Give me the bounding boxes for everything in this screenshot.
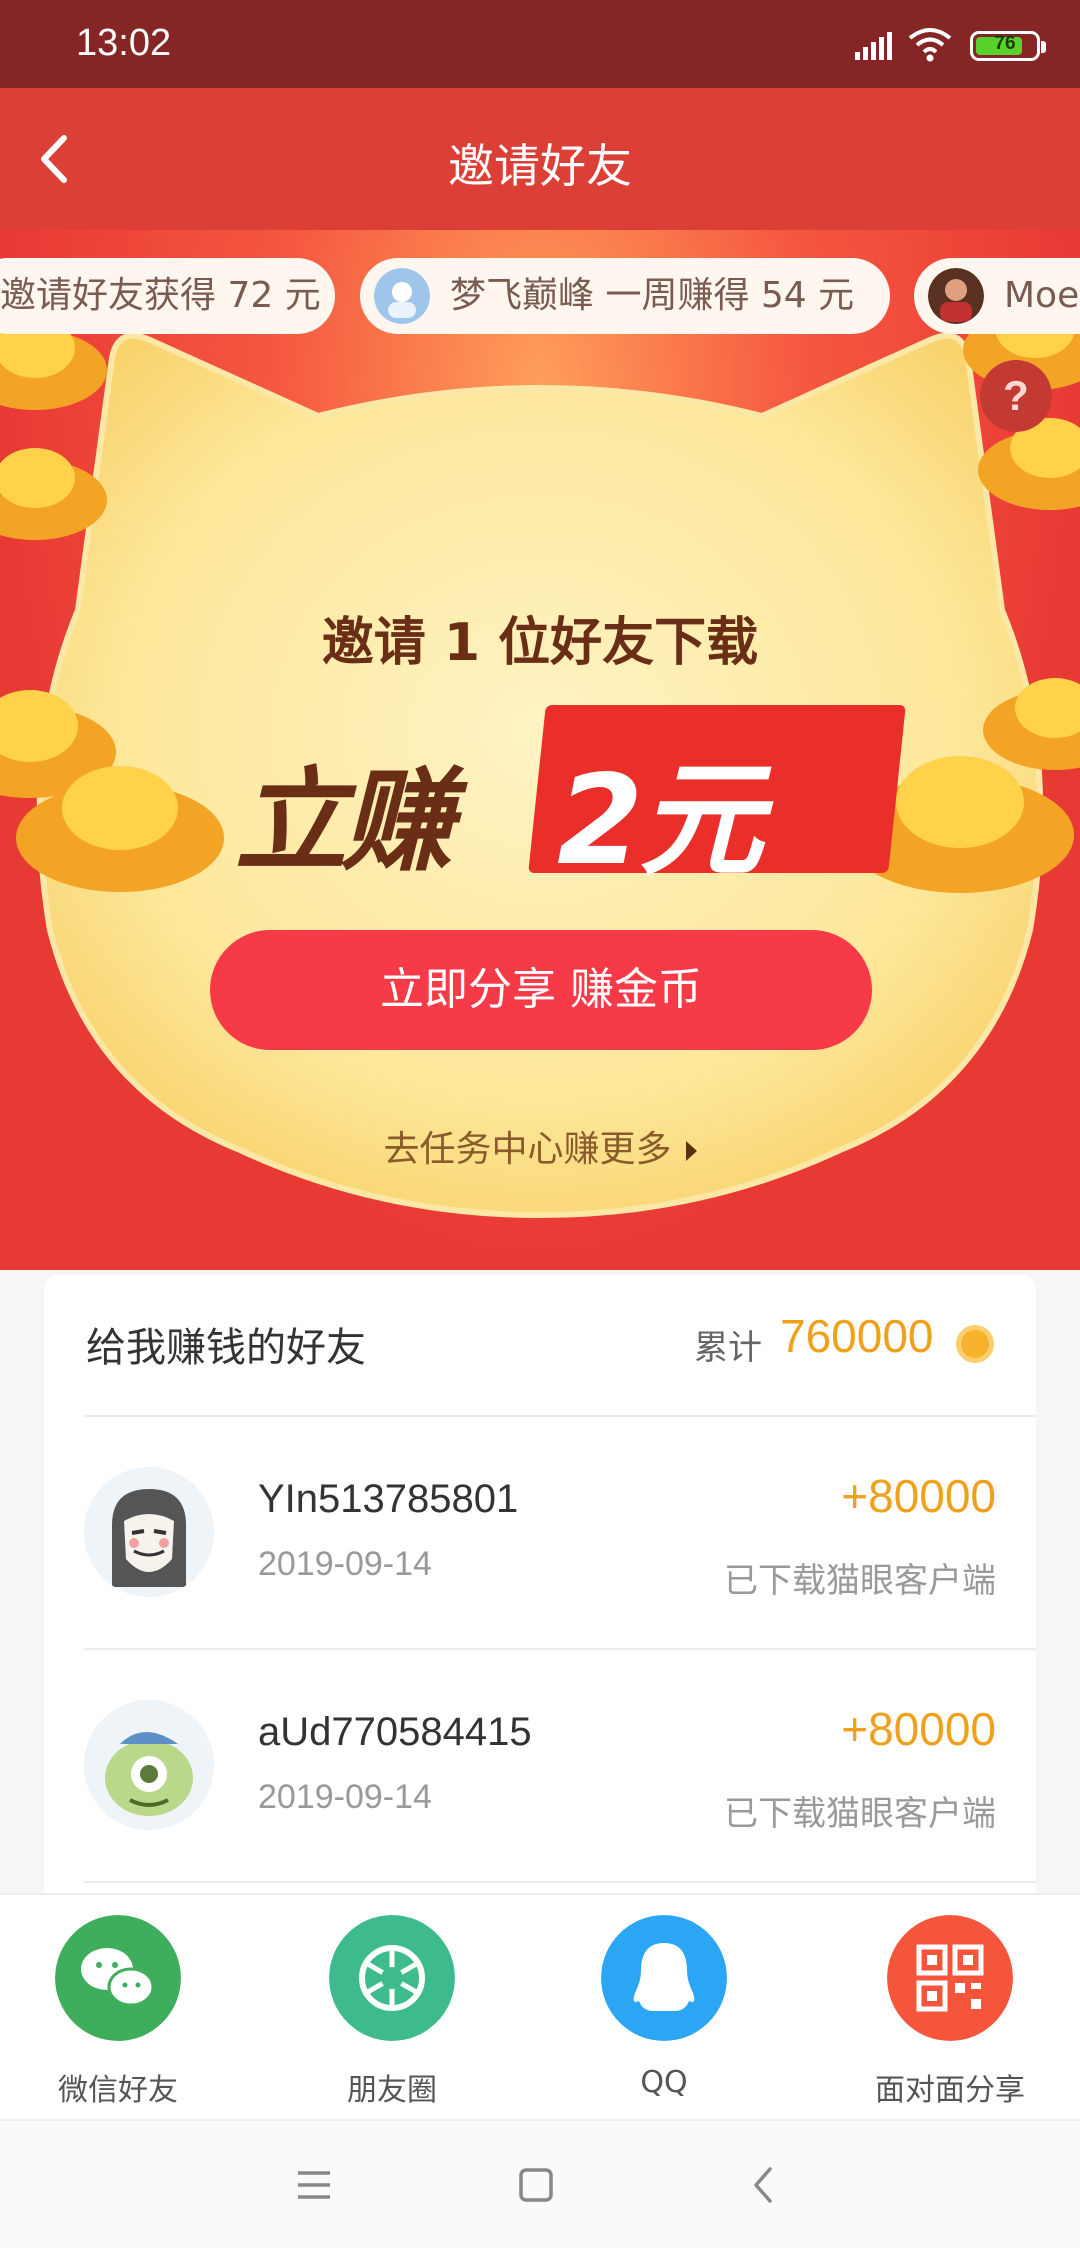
wechat-icon	[55, 1915, 181, 2041]
earn-amount: 2元	[557, 749, 763, 893]
ticker-text: 梦飞巅峰 一周赚得 54 元	[450, 275, 855, 316]
share-options-bar: 微信好友 朋友圈 QQ 面对面分享	[0, 1893, 1080, 2119]
ticker-item: 邀请好友获得 72 元	[0, 258, 335, 334]
gold-ingot	[16, 766, 224, 892]
app-header: 邀请好友	[0, 88, 1080, 230]
total-label: 累计	[694, 1328, 762, 1368]
earning-friends-card: 给我赚钱的好友 累计 760000 YIn513785801 2019-09-1…	[44, 1275, 1036, 1915]
status-bar: 13:02 76	[0, 0, 1080, 88]
share-option-label: 朋友圈	[347, 2073, 437, 2108]
earnings-ticker: 邀请好友获得 72 元 梦飞巅峰 一周赚得 54 元 Moe	[0, 258, 1080, 334]
system-nav-bar	[0, 2119, 1080, 2248]
friend-avatar	[84, 1700, 214, 1830]
task-center-label: 去任务中心赚更多	[383, 1129, 672, 1170]
qq-icon	[601, 1915, 727, 2041]
share-face-to-face-button[interactable]: 面对面分享	[850, 1915, 1050, 2115]
user-avatar	[374, 268, 430, 324]
share-wechat-button[interactable]: 微信好友	[18, 1915, 218, 2115]
friend-status: 已下载猫眼客户端	[724, 1561, 996, 1601]
battery-level: 76	[994, 33, 1016, 54]
signal-icon	[855, 32, 892, 60]
gold-ingot	[0, 448, 107, 540]
share-option-label: QQ	[640, 2065, 688, 2100]
friend-points: +80000	[841, 1470, 996, 1522]
earn-prefix: 立赚	[235, 757, 453, 887]
friend-date: 2019-09-14	[258, 1778, 432, 1816]
moments-icon	[329, 1915, 455, 2041]
friend-points: +80000	[841, 1703, 996, 1755]
friend-avatar	[84, 1467, 214, 1597]
back-nav-icon[interactable]	[740, 2161, 788, 2209]
help-button[interactable]: ?	[980, 360, 1052, 432]
user-avatar	[928, 268, 984, 324]
friend-row: aUd770584415 2019-09-14 +80000 已下载猫眼客户端	[44, 1650, 1036, 1882]
share-qq-button[interactable]: QQ	[564, 1915, 764, 2115]
status-time: 13:02	[76, 22, 172, 64]
ticker-text: Moe	[1004, 275, 1080, 316]
ticker-item: 梦飞巅峰 一周赚得 54 元	[360, 258, 890, 334]
home-icon[interactable]	[512, 2161, 560, 2209]
invite-banner: 邀请好友获得 72 元 梦飞巅峰 一周赚得 54 元 Moe ? 邀请 1 位好…	[0, 230, 1080, 1270]
share-earn-button[interactable]: 立即分享 赚金币	[210, 930, 872, 1050]
ticker-item: Moe	[914, 258, 1080, 334]
card-header: 给我赚钱的好友 累计 760000	[44, 1275, 1036, 1415]
friend-name: YIn513785801	[258, 1477, 519, 1521]
friend-status: 已下载猫眼客户端	[724, 1794, 996, 1834]
coin-icon	[956, 1325, 994, 1363]
card-title: 给我赚钱的好友	[86, 1325, 366, 1371]
qr-code-icon	[887, 1915, 1013, 2041]
task-center-link[interactable]: 去任务中心赚更多	[0, 1120, 1080, 1172]
share-option-label: 面对面分享	[875, 2073, 1025, 2108]
page-title: 邀请好友	[448, 139, 632, 193]
friend-row: YIn513785801 2019-09-14 +80000 已下载猫眼客户端	[44, 1417, 1036, 1649]
friend-name: aUd770584415	[258, 1710, 532, 1754]
share-moments-button[interactable]: 朋友圈	[292, 1915, 492, 2115]
caret-right-icon	[685, 1141, 697, 1161]
battery-icon: 76	[970, 31, 1046, 61]
wifi-icon	[908, 28, 952, 62]
earn-reward: 立赚 2元	[235, 705, 906, 893]
invite-headline: 邀请 1 位好友下载	[321, 613, 759, 673]
menu-icon[interactable]	[290, 2161, 338, 2209]
share-option-label: 微信好友	[58, 2073, 178, 2108]
friend-date: 2019-09-14	[258, 1545, 432, 1583]
total-value: 760000	[780, 1310, 934, 1362]
ticker-text: 邀请好友获得 72 元	[0, 275, 321, 316]
